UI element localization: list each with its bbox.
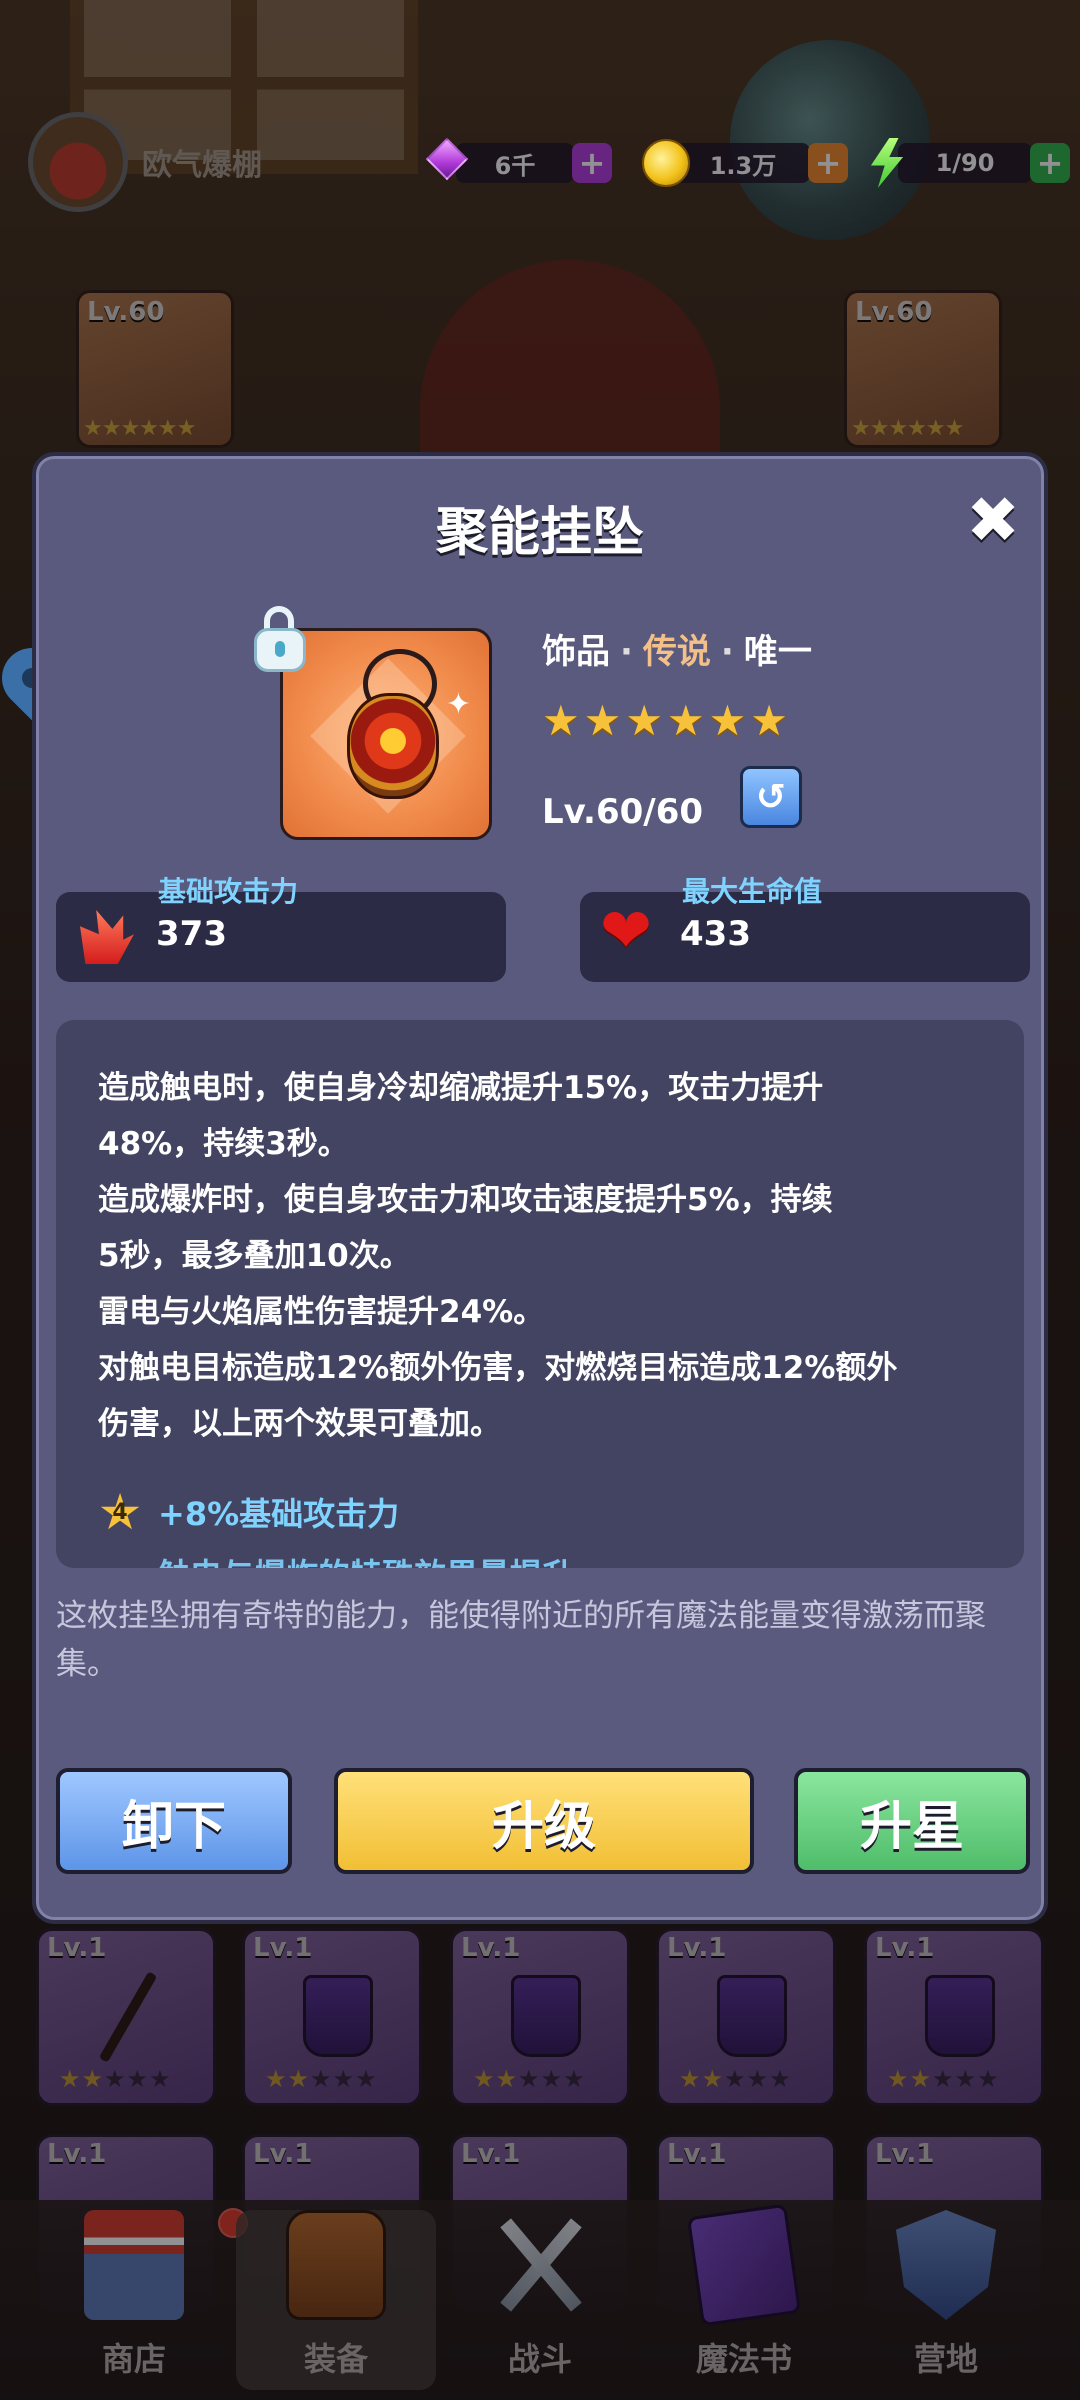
star-bonus-text: +8%基础攻击力	[158, 1495, 400, 1533]
item-unique: 唯一	[743, 632, 812, 672]
gem-icon	[424, 140, 470, 186]
star-icon: ★	[625, 696, 663, 745]
hp-value: 433	[680, 914, 751, 954]
description-line: 48%，持续3秒。	[98, 1126, 349, 1162]
star-rating: ★ ★ ★ ★ ★ ★	[542, 700, 788, 742]
item-rarity: 传说	[642, 632, 711, 672]
description-line: 造成爆炸时，使自身攻击力和攻击速度提升5%，持续	[98, 1182, 833, 1218]
star-badge-icon: ★ 4	[97, 1483, 143, 1541]
star-icon: ★	[666, 696, 705, 745]
star-up-button[interactable]: 升星	[794, 1768, 1030, 1874]
heart-icon: ❤	[600, 894, 652, 967]
reset-icon[interactable]: ↺	[740, 766, 802, 828]
item-type: 饰品	[542, 632, 610, 672]
pendant-item-icon: ✦	[280, 628, 492, 840]
effect-description: 造成触电时，使自身冷却缩减提升15%，攻击力提升 48%，持续3秒。 造成爆炸时…	[98, 1060, 978, 1452]
item-category-line: 饰品 · 传说 · 唯一	[542, 632, 812, 672]
close-icon[interactable]: ✖	[964, 489, 1022, 553]
coin-icon	[642, 139, 690, 187]
star-bonus-text-cut: 触电与爆炸的特殊效果量提升	[158, 1550, 574, 1568]
description-line: 伤害，以上两个效果可叠加。	[98, 1406, 501, 1442]
description-line: 雷电与火焰属性伤害提升24%。	[98, 1294, 545, 1330]
star-icon: ★	[750, 696, 788, 745]
attack-icon	[80, 910, 134, 964]
hp-label: 最大生命值	[682, 875, 823, 908]
star-icon: ★	[542, 696, 580, 745]
description-line: 对触电目标造成12%额外伤害，对燃烧目标造成12%额外	[98, 1350, 898, 1386]
attack-value: 373	[156, 914, 227, 954]
description-line: 5秒，最多叠加10次。	[98, 1238, 411, 1274]
upgrade-button[interactable]: 升级	[334, 1768, 754, 1874]
item-detail-modal: 聚能挂坠 ✖ ✦ 饰品 · 传说 · 唯一 ★ ★ ★ ★ ★ ★ Lv.60/60 ↺…	[32, 452, 1048, 1924]
lock-icon[interactable]	[254, 606, 306, 672]
attack-label: 基础攻击力	[158, 875, 299, 908]
effect-description-panel[interactable]: 造成触电时，使自身冷却缩减提升15%，攻击力提升 48%，持续3秒。 造成爆炸时…	[56, 1020, 1024, 1568]
star-bonus-row: ★ 4 +8%基础攻击力	[96, 1483, 400, 1541]
item-name-title: 聚能挂坠	[435, 503, 644, 563]
unequip-button[interactable]: 卸下	[56, 1768, 292, 1874]
description-line: 造成触电时，使自身冷却缩减提升15%，攻击力提升	[98, 1070, 824, 1106]
star-icon: ★	[708, 696, 747, 745]
item-level: Lv.60/60	[542, 792, 704, 832]
star-icon: ★	[583, 696, 622, 745]
flavor-text: 这枚挂坠拥有奇特的能力，能使得附近的所有魔法能量变得激荡而聚集。	[56, 1598, 986, 1682]
